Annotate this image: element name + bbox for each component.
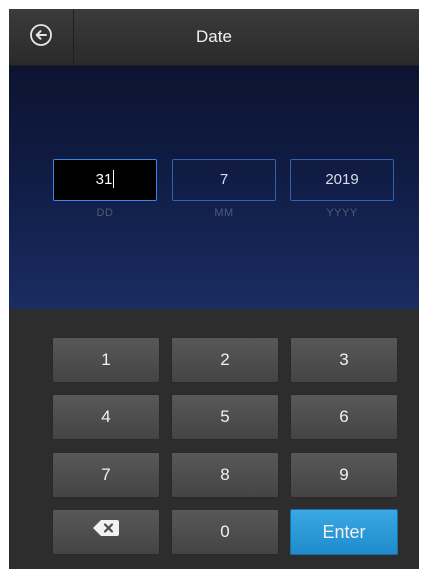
key-2[interactable]: 2 <box>171 337 279 383</box>
year-value: 2019 <box>325 171 359 188</box>
enter-button[interactable]: Enter <box>290 509 398 555</box>
key-7[interactable]: 7 <box>52 452 160 498</box>
day-value: 31 <box>95 171 113 188</box>
backspace-icon <box>92 510 120 554</box>
key-8[interactable]: 8 <box>171 452 279 498</box>
text-cursor <box>113 170 115 189</box>
page-title: Date <box>196 27 232 46</box>
device-screen: Date 31 DD 7 MM 2019 YYYY 1 2 3 4 5 6 7 … <box>9 9 419 569</box>
back-arrow-icon <box>29 23 53 52</box>
month-field[interactable]: 7 <box>172 159 276 201</box>
key-3[interactable]: 3 <box>290 337 398 383</box>
numeric-keypad: 1 2 3 4 5 6 7 8 9 0 Enter <box>9 309 419 569</box>
key-4[interactable]: 4 <box>52 394 160 440</box>
key-6[interactable]: 6 <box>290 394 398 440</box>
date-entry-panel: 31 DD 7 MM 2019 YYYY <box>9 66 419 309</box>
key-5[interactable]: 5 <box>171 394 279 440</box>
month-value: 7 <box>219 171 229 188</box>
month-label: MM <box>214 207 234 219</box>
backspace-button[interactable] <box>52 509 160 555</box>
back-button[interactable] <box>9 9 74 65</box>
year-label: YYYY <box>326 207 358 219</box>
key-1[interactable]: 1 <box>52 337 160 383</box>
key-9[interactable]: 9 <box>290 452 398 498</box>
header-bar: Date <box>9 9 419 66</box>
day-field[interactable]: 31 <box>53 159 157 201</box>
key-0[interactable]: 0 <box>171 509 279 555</box>
day-label: DD <box>96 207 114 219</box>
year-field[interactable]: 2019 <box>290 159 394 201</box>
